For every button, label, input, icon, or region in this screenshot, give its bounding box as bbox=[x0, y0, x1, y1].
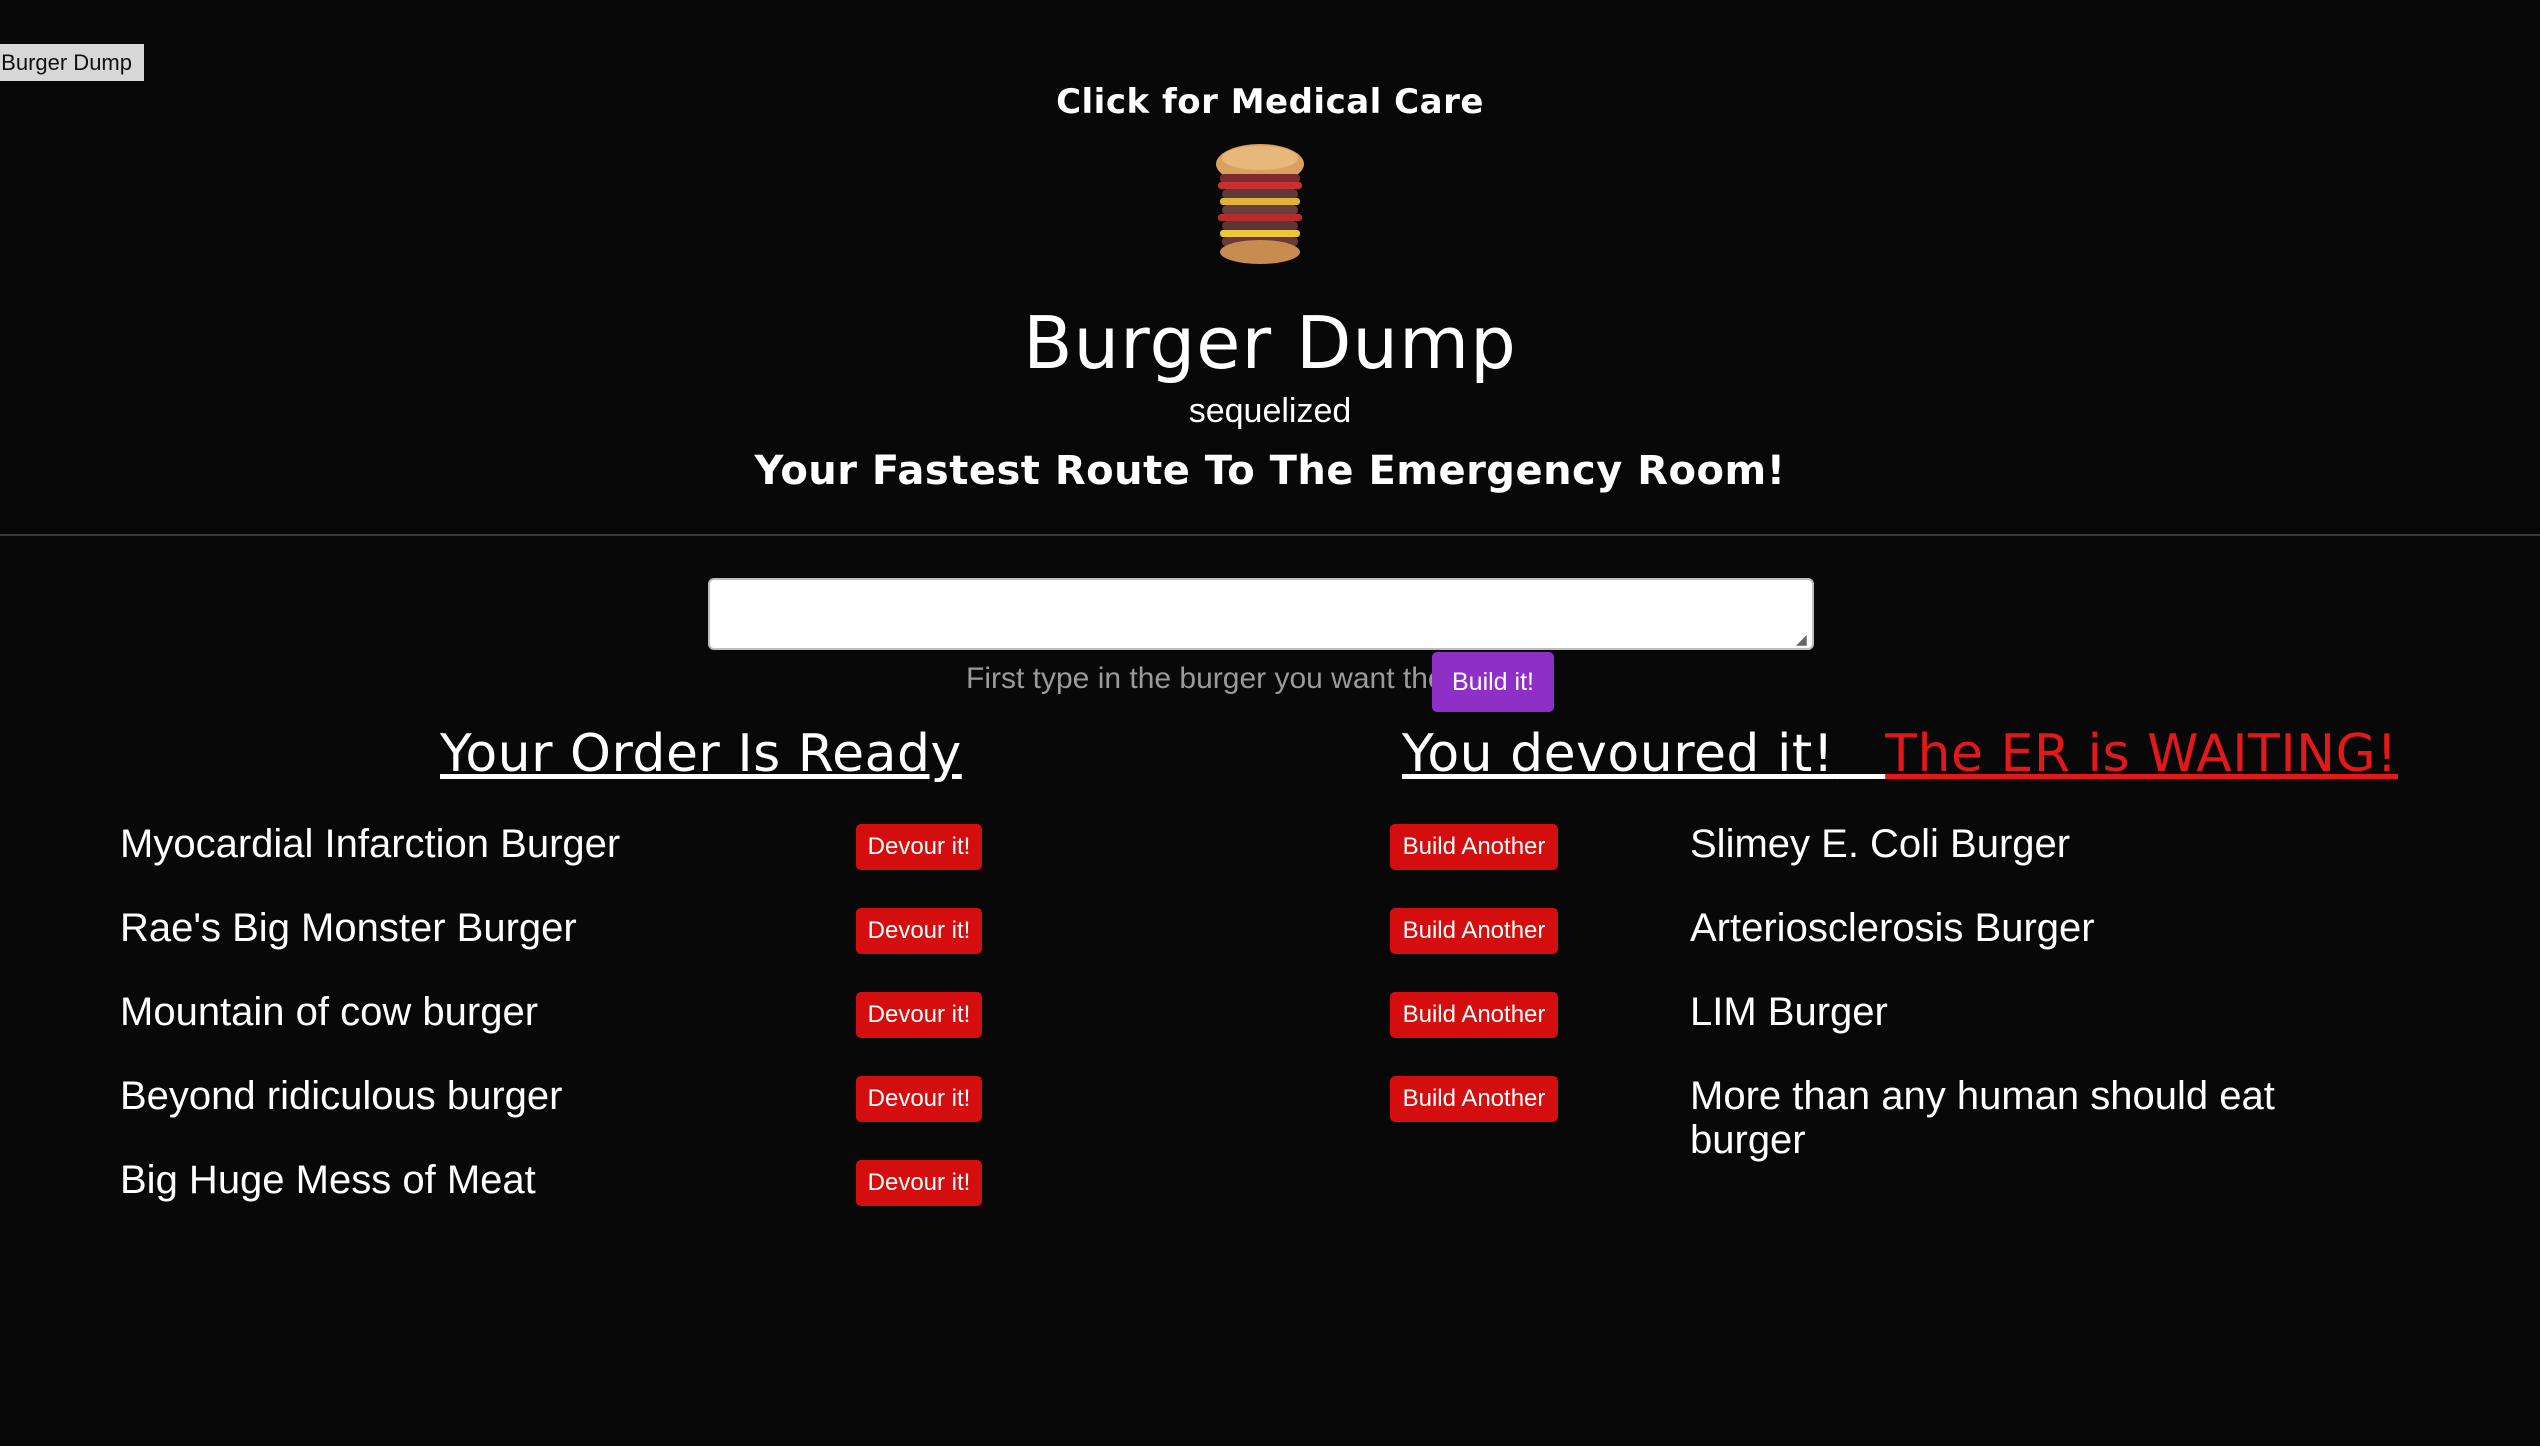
build-it-button[interactable]: Build it! bbox=[1432, 652, 1554, 712]
devour-button[interactable]: Devour it! bbox=[856, 992, 982, 1038]
er-waiting-text: The ER is WAITING! bbox=[1885, 724, 2398, 784]
resize-grip-icon[interactable]: ◢ bbox=[1796, 632, 1810, 646]
build-another-button[interactable]: Build Another bbox=[1390, 1076, 1558, 1122]
devoured-column-heading: You devoured it! The ER is WAITING! bbox=[1402, 724, 2398, 784]
burger-name: More than any human should eat burger bbox=[1690, 1074, 2275, 1162]
build-another-button[interactable]: Build Another bbox=[1390, 908, 1558, 954]
burger-name: Slimey E. Coli Burger bbox=[1690, 822, 2071, 866]
burger-name: Myocardial Infarction Burger bbox=[120, 822, 621, 866]
devoured-heading-text: You devoured it! bbox=[1402, 724, 1835, 784]
build-another-button[interactable]: Build Another bbox=[1390, 824, 1558, 870]
form-hint: First type in the burger you want then bbox=[966, 662, 1462, 695]
devour-button[interactable]: Devour it! bbox=[856, 1076, 982, 1122]
medical-care-link[interactable]: Click for Medical Care bbox=[0, 82, 2540, 122]
burger-name: Beyond ridiculous burger bbox=[120, 1074, 563, 1118]
ready-column-heading: Your Order Is Ready bbox=[440, 724, 962, 784]
devour-button[interactable]: Devour it! bbox=[856, 908, 982, 954]
site-subtitle: sequelized bbox=[1188, 392, 1352, 430]
corner-tab[interactable]: Burger Dump bbox=[0, 44, 144, 81]
build-form-row: First type in the burger you want then B… bbox=[0, 652, 2540, 712]
burger-name-input[interactable] bbox=[708, 578, 1814, 650]
burger-name: Mountain of cow burger bbox=[120, 990, 539, 1034]
devour-button[interactable]: Devour it! bbox=[856, 1160, 982, 1206]
header-divider bbox=[0, 534, 2540, 536]
burger-name: LIM Burger bbox=[1690, 990, 1888, 1034]
burger-name: Arteriosclerosis Burger bbox=[1690, 906, 2095, 950]
burger-stack-icon[interactable] bbox=[1196, 140, 1324, 268]
burger-name: Rae's Big Monster Burger bbox=[120, 906, 577, 950]
site-title: Burger Dump bbox=[1023, 301, 1517, 385]
site-tagline: Your Fastest Route To The Emergency Room… bbox=[754, 448, 1786, 494]
burger-name: Big Huge Mess of Meat bbox=[120, 1158, 536, 1202]
devour-button[interactable]: Devour it! bbox=[856, 824, 982, 870]
build-another-button[interactable]: Build Another bbox=[1390, 992, 1558, 1038]
